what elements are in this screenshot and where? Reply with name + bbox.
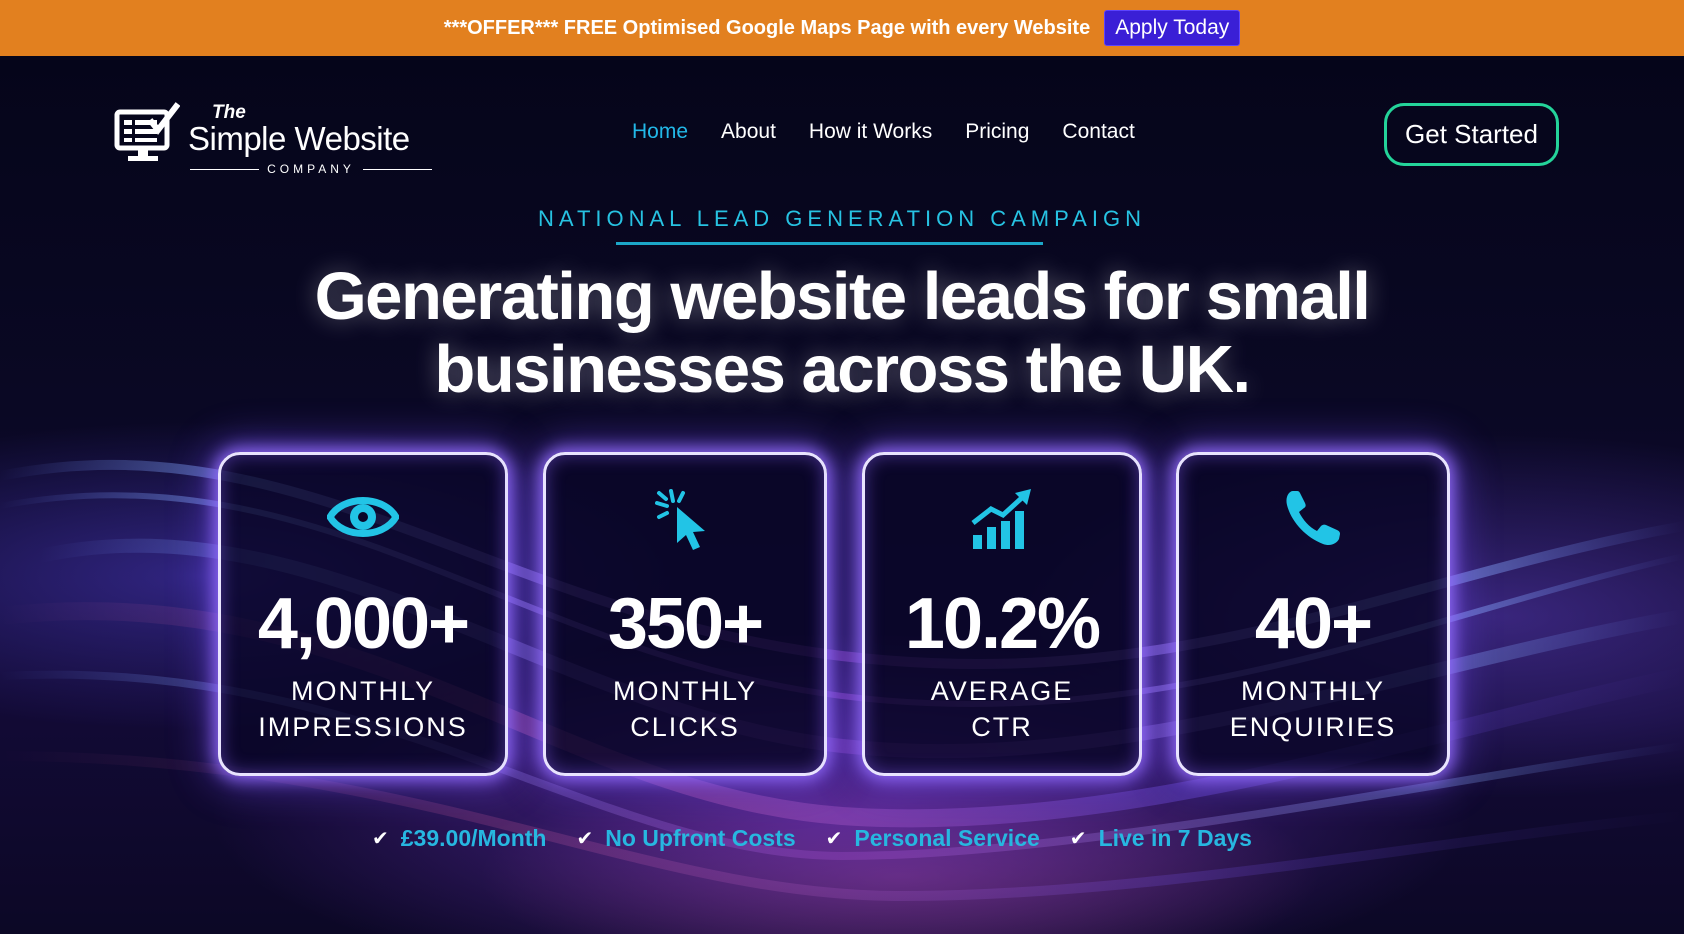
get-started-button[interactable]: Get Started	[1384, 103, 1559, 166]
stat-label: AVERAGE CTR	[865, 673, 1139, 745]
eyebrow-underline	[616, 242, 1043, 245]
stat-value: 40+	[1254, 584, 1373, 664]
nav-item-about[interactable]: About	[721, 120, 776, 144]
checkmark-icon: ✔	[1069, 828, 1087, 850]
stat-label-line1: MONTHLY	[290, 676, 435, 706]
feature-list: ✔ £39.00/Month ✔ No Upfront Costs ✔ Pers…	[372, 825, 1252, 852]
logo-company-text: COMPANY	[267, 162, 355, 176]
nav-item-how-it-works[interactable]: How it Works	[809, 120, 932, 144]
hero-headline: Generating website leads for small busin…	[0, 260, 1684, 406]
stat-label: MONTHLY IMPRESSIONS	[221, 673, 505, 745]
stat-label: MONTHLY CLICKS	[546, 673, 824, 745]
feature-label: No Upfront Costs	[605, 825, 796, 851]
stat-label-line1: MONTHLY	[1240, 676, 1385, 706]
announcement-bar: ***OFFER*** FREE Optimised Google Maps P…	[0, 0, 1684, 56]
stat-value: 350+	[607, 584, 764, 664]
feature-item: ✔ Personal Service	[826, 825, 1040, 852]
stat-label-line2: CTR	[971, 712, 1033, 742]
checkmark-icon: ✔	[372, 828, 389, 850]
main-nav: Home About How it Works Pricing Contact	[632, 120, 1135, 144]
stat-card-clicks: 350+ MONTHLY CLICKS	[543, 452, 827, 776]
growth-chart-icon	[971, 489, 1031, 549]
phone-icon	[1286, 491, 1340, 546]
hero-section: The Simple Website COMPANY Home About Ho…	[0, 56, 1684, 934]
monitor-checklist-icon	[114, 102, 180, 161]
hero-headline-line1: Generating website leads for small	[314, 259, 1371, 334]
stat-value: 10.2%	[904, 584, 1101, 664]
announcement-text: ***OFFER*** FREE Optimised Google Maps P…	[443, 16, 1091, 39]
hero-eyebrow: NATIONAL LEAD GENERATION CAMPAIGN	[538, 206, 1146, 231]
stat-card-enquiries: 40+ MONTHLY ENQUIRIES	[1176, 452, 1450, 776]
stat-label-line2: CLICKS	[630, 712, 740, 742]
feature-item: ✔ Live in 7 Days	[1070, 825, 1252, 852]
stat-card-ctr: 10.2% AVERAGE CTR	[862, 452, 1142, 776]
logo-name: Simple Website	[188, 120, 410, 157]
stat-label: MONTHLY ENQUIRIES	[1179, 673, 1447, 745]
feature-item: ✔ No Upfront Costs	[576, 825, 795, 852]
stat-label-line2: ENQUIRIES	[1229, 712, 1397, 742]
feature-label: Live in 7 Days	[1098, 825, 1252, 851]
eye-icon	[327, 497, 399, 537]
nav-item-home[interactable]: Home	[632, 120, 688, 144]
feature-item: ✔ £39.00/Month	[372, 825, 546, 852]
nav-item-pricing[interactable]: Pricing	[965, 120, 1029, 144]
site-logo[interactable]: The Simple Website COMPANY	[114, 102, 434, 182]
logo-company: COMPANY	[190, 162, 433, 176]
checkmark-icon: ✔	[825, 828, 843, 850]
stat-value: 4,000+	[257, 584, 470, 664]
feature-label: £39.00/Month	[400, 825, 547, 851]
stat-label-line1: AVERAGE	[930, 676, 1074, 706]
stat-card-impressions: 4,000+ MONTHLY IMPRESSIONS	[218, 452, 508, 776]
stat-label-line1: MONTHLY	[612, 676, 757, 706]
hero-headline-line2: businesses across the UK.	[434, 332, 1251, 407]
stat-label-line2: IMPRESSIONS	[258, 712, 468, 742]
apply-today-button[interactable]: Apply Today	[1104, 10, 1241, 46]
feature-label: Personal Service	[854, 825, 1040, 851]
cursor-click-icon	[655, 489, 705, 550]
nav-item-contact[interactable]: Contact	[1062, 120, 1134, 144]
checkmark-icon: ✔	[576, 828, 594, 850]
